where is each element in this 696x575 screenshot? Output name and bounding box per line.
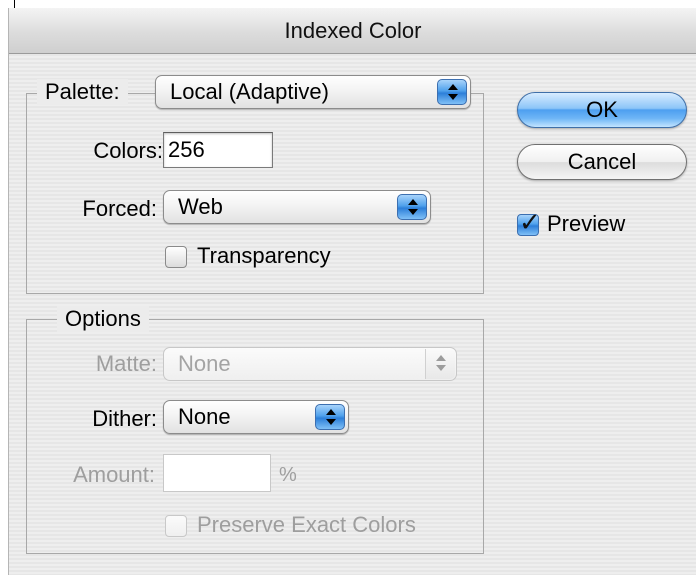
amount-unit: % <box>279 464 297 486</box>
dither-label: Dither: <box>92 406 157 431</box>
forced-select-arrows-icon <box>397 194 427 220</box>
palette-select-value: Local (Adaptive) <box>170 79 329 104</box>
dither-select-value: None <box>178 404 231 429</box>
preserve-exact-colors-checkbox <box>165 515 187 537</box>
colors-input[interactable] <box>163 132 273 168</box>
palette-select[interactable]: Local (Adaptive) <box>155 75 471 109</box>
palette-label: Palette: <box>37 79 128 105</box>
ok-button[interactable]: OK <box>517 92 687 128</box>
transparency-checkbox[interactable] <box>165 246 187 268</box>
preserve-exact-colors-label: Preserve Exact Colors <box>197 512 416 537</box>
amount-input <box>163 454 271 492</box>
dither-select-arrows-icon <box>315 404 345 430</box>
forced-select[interactable]: Web <box>163 190 431 224</box>
options-group-title: Options <box>57 306 149 332</box>
checkmark-icon: ✓ <box>519 207 541 237</box>
forced-label: Forced: <box>82 196 157 221</box>
palette-select-arrows-icon <box>437 79 467 105</box>
matte-label: Matte: <box>95 351 157 376</box>
title-bar[interactable]: Indexed Color <box>9 8 696 54</box>
indexed-color-dialog: Indexed Color Palette: Local (Adaptive) … <box>8 8 696 575</box>
amount-label: Amount: <box>73 462 155 487</box>
forced-select-value: Web <box>178 194 223 219</box>
colors-label: Colors: <box>93 138 163 163</box>
matte-select: None <box>163 347 457 381</box>
dither-select[interactable]: None <box>163 400 349 434</box>
preview-label: Preview <box>547 211 626 236</box>
preview-checkbox[interactable]: ✓ <box>517 207 541 237</box>
matte-select-arrows-icon <box>425 349 455 379</box>
cancel-button[interactable]: Cancel <box>517 144 687 180</box>
transparency-label: Transparency <box>197 243 331 268</box>
dialog-title: Indexed Color <box>284 18 422 43</box>
matte-select-value: None <box>178 351 231 376</box>
